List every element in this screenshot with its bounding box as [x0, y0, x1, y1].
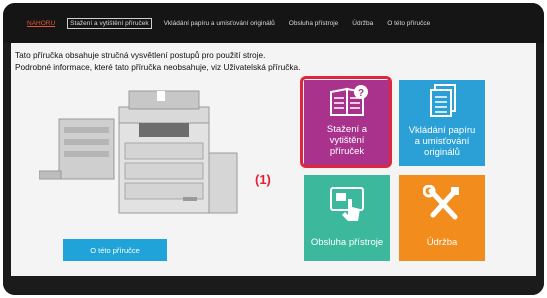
loading-paper-tile[interactable]: Vkládání papíru a umisťování originálů	[399, 80, 485, 166]
main-screen: Tato příručka obsahuje stručná vysvětlen…	[11, 43, 536, 276]
top-nav: NAHORU Stažení a vytištění příruček Vklá…	[25, 18, 432, 29]
about-manual-button[interactable]: O této příručce	[63, 239, 167, 261]
nav-loading-paper[interactable]: Vkládání papíru a umisťování originálů	[162, 19, 277, 28]
selection-highlight	[300, 76, 392, 168]
operation-tile[interactable]: Obsluha přístroje	[304, 175, 390, 261]
nav-home[interactable]: NAHORU	[25, 19, 57, 28]
intro-line-2: Podrobné informace, které tato příručka …	[15, 62, 301, 72]
step-callout: (1)	[255, 172, 271, 187]
intro-line-1: Tato příručka obsahuje stručná vysvětlen…	[15, 50, 266, 60]
nav-maintenance[interactable]: Údržba	[350, 19, 375, 28]
nav-operation[interactable]: Obsluha přístroje	[287, 19, 341, 28]
operation-tile-label: Obsluha přístroje	[310, 237, 384, 248]
loading-tile-line-1: Vkládání papíru	[408, 125, 476, 136]
printer-illustration	[39, 90, 238, 214]
loading-tile-line-2: a umisťování	[414, 136, 470, 147]
loading-tile-line-3: originálů	[424, 147, 460, 158]
paper-stack-icon	[430, 84, 456, 117]
top-navigation-bar: NAHORU Stažení a vytištění příruček Vklá…	[3, 3, 544, 43]
nav-about[interactable]: O této příručce	[385, 19, 432, 28]
nav-download-manuals[interactable]: Stažení a vytištění příruček	[67, 18, 152, 29]
touch-panel-icon	[330, 187, 364, 221]
bottom-bar	[3, 276, 544, 295]
display-frame: NAHORU Stažení a vytištění příruček Vklá…	[3, 3, 544, 295]
maintenance-tile[interactable]: Údržba	[399, 175, 485, 261]
maintenance-tile-label: Údržba	[426, 237, 458, 248]
intro-text: Tato příručka obsahuje stručná vysvětlen…	[15, 49, 300, 73]
tools-icon	[423, 185, 459, 220]
